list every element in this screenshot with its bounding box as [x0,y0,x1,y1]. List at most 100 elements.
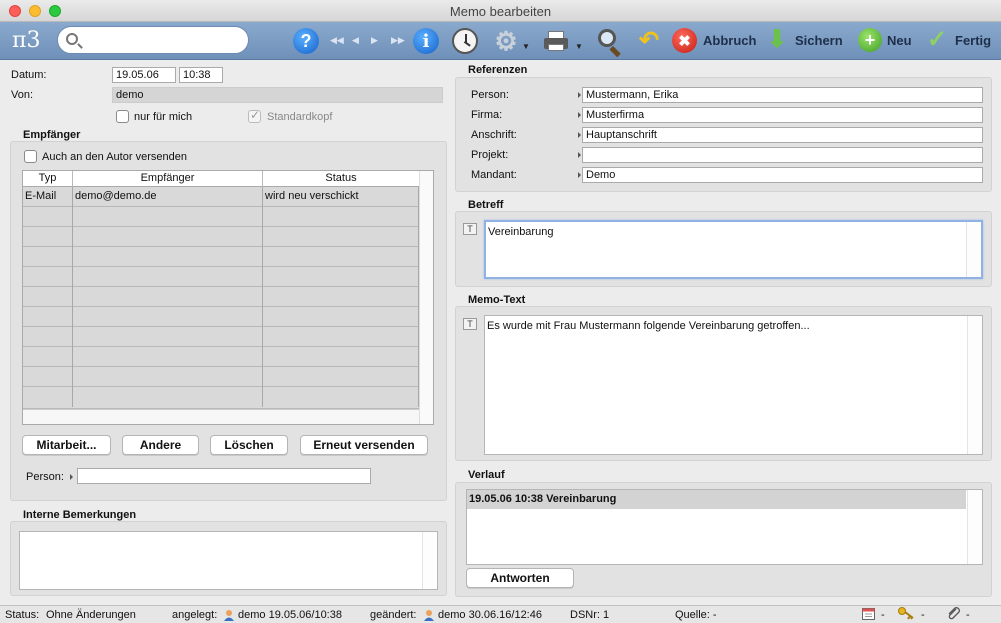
fertig-checkmark-icon[interactable]: ✓ [925,26,949,54]
ref-projekt-field[interactable] [582,147,983,163]
betreff-text-format-icon[interactable]: T [463,223,477,235]
table-row[interactable] [23,227,419,247]
quelle: Quelle: - [675,609,717,621]
ref-person-lookup-icon[interactable] [578,92,581,98]
magnifier-icon[interactable] [598,29,626,58]
abbruch-button[interactable]: Abbruch [703,33,756,48]
table-row[interactable] [23,367,419,387]
person-input[interactable] [77,468,371,484]
clock-icon[interactable] [452,28,478,54]
ref-firma-label: Firma: [471,109,503,121]
person-label: Person: [26,471,64,483]
interne-bemerkungen-textarea[interactable] [19,531,438,590]
toolbar: π3 ? ◀◀ ◀ ▶ ▶▶ i ⚙ ▼ ▼ ↶ ✖ Abbruch ⬇ Sic… [0,22,1001,60]
recipient-table[interactable]: Typ Empfänger Status E-Mail demo@demo.de… [22,170,434,425]
empfaenger-title: Empfänger [23,129,81,141]
memo-text: Es wurde mit Frau Mustermann folgende Ve… [487,320,810,332]
von-label: Von: [11,89,34,101]
column-header-typ[interactable]: Typ [23,171,73,187]
memo-text-format-icon[interactable]: T [463,318,477,330]
verlauf-title: Verlauf [468,469,505,481]
attachment-status: - [966,609,970,621]
ref-firma-field[interactable]: Musterfirma [582,107,983,123]
ref-anschrift-lookup-icon[interactable] [578,132,581,138]
print-icon[interactable] [544,31,570,51]
datum-label: Datum: [11,69,47,81]
table-row[interactable] [23,267,419,287]
table-row[interactable] [23,327,419,347]
next-record-icon[interactable]: ▶ [371,35,378,46]
verlauf-scrollbar[interactable] [967,490,982,564]
andere-button[interactable]: Andere [122,435,199,455]
table-row[interactable] [23,387,419,409]
von-field: demo [112,87,443,103]
search-field[interactable] [57,26,249,54]
auch-autor-label: Auch an den Autor versenden [42,151,187,163]
geaendert-label: geändert: [370,609,417,621]
status-bar: Status: Ohne Änderungen angelegt: demo 1… [0,605,1001,623]
table-row[interactable]: E-Mail demo@demo.de wird neu verschickt [23,187,419,207]
mitarbeit-button[interactable]: Mitarbeit... [22,435,111,455]
neu-icon[interactable]: + [858,28,882,52]
datum-field[interactable]: 19.05.06 [112,67,176,83]
info-icon[interactable]: i [413,28,439,54]
status-label: Status: [5,609,40,621]
ref-person-label: Person: [471,89,509,101]
calendar-status: - [881,609,885,621]
memo-textarea[interactable]: Es wurde mit Frau Mustermann folgende Ve… [484,315,983,455]
table-row[interactable] [23,247,419,267]
key-status: - [921,609,925,621]
last-record-icon[interactable]: ▶▶ [391,35,405,46]
table-row[interactable] [23,307,419,327]
sichern-button[interactable]: Sichern [795,33,843,48]
verlauf-entry[interactable]: 19.05.06 10:38 Vereinbarung [467,490,966,509]
antworten-button[interactable]: Antworten [466,568,574,588]
nur-fuer-mich-checkbox[interactable] [116,110,129,123]
settings-dropdown-icon[interactable]: ▼ [522,42,530,51]
memo-scrollbar[interactable] [967,316,982,454]
ref-person-field[interactable]: Mustermann, Erika [582,87,983,103]
settings-gear-icon[interactable]: ⚙ [492,27,520,55]
table-row[interactable] [23,207,419,227]
column-header-status[interactable]: Status [263,171,419,187]
cell-typ: E-Mail [23,187,73,207]
verlauf-list[interactable]: 19.05.06 10:38 Vereinbarung [466,489,983,565]
abbruch-icon[interactable]: ✖ [672,28,697,53]
attachment-icon[interactable] [946,606,960,623]
neu-button[interactable]: Neu [887,33,912,48]
print-dropdown-icon[interactable]: ▼ [575,42,583,51]
zeit-field[interactable]: 10:38 [179,67,223,83]
cell-empfaenger: demo@demo.de [73,187,263,207]
interne-scrollbar[interactable] [422,532,437,589]
erneut-versenden-button[interactable]: Erneut versenden [300,435,428,455]
ref-mandant-field[interactable]: Demo [582,167,983,183]
previous-record-icon[interactable]: ◀ [352,35,359,46]
undo-arrow-icon[interactable]: ↶ [636,27,662,55]
ref-mandant-lookup-icon[interactable] [578,172,581,178]
cell-status: wird neu verschickt [263,187,419,207]
app-logo: π3 [12,28,41,53]
first-record-icon[interactable]: ◀◀ [330,35,344,46]
standardkopf-checkbox[interactable] [248,108,261,123]
auch-autor-checkbox[interactable] [24,150,37,163]
person-lookup-icon[interactable] [70,474,73,480]
dsnr: DSNr: 1 [570,609,610,621]
table-row[interactable] [23,347,419,367]
fertig-button[interactable]: Fertig [955,33,991,48]
betreff-textarea[interactable]: Vereinbarung [484,220,983,279]
table-row[interactable] [23,287,419,307]
calendar-icon[interactable] [862,607,875,623]
help-icon[interactable]: ? [293,28,319,54]
horizontal-scrollbar[interactable] [23,409,419,424]
sichern-icon[interactable]: ⬇ [766,26,788,54]
column-header-empfaenger[interactable]: Empfänger [73,171,263,187]
ref-anschrift-field[interactable]: Hauptanschrift [582,127,983,143]
betreff-scrollbar[interactable] [966,222,981,277]
ref-firma-lookup-icon[interactable] [578,112,581,118]
memo-text-title: Memo-Text [468,294,526,306]
ref-mandant-label: Mandant: [471,169,517,181]
loeschen-button[interactable]: Löschen [210,435,288,455]
table-scrollbar[interactable] [419,171,433,424]
ref-projekt-lookup-icon[interactable] [578,152,581,158]
key-icon[interactable] [898,606,914,623]
